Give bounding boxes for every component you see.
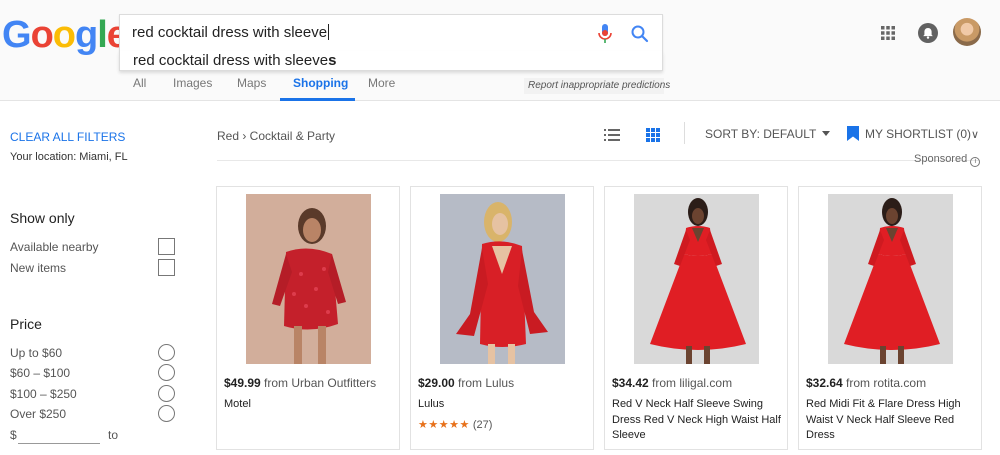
product-card[interactable]: $29.00 from Lulus Lulus ★★★★★ (27) <box>410 186 594 450</box>
sponsored-label: Sponsored i <box>914 153 981 167</box>
merchant-name: from Lulus <box>458 376 515 390</box>
clear-all-filters-link[interactable]: CLEAR ALL FILTERS <box>10 130 125 144</box>
price-up-to-60-radio[interactable] <box>158 344 175 361</box>
price-up-to-60-label[interactable]: Up to $60 <box>10 346 62 360</box>
breadcrumb[interactable]: Red › Cocktail & Party <box>217 129 335 143</box>
product-price: $29.00 from Lulus <box>418 376 514 390</box>
divider <box>217 160 980 161</box>
top-bar: Google red cocktail dress with sleeve re… <box>0 0 1000 101</box>
product-price: $34.42 from liligal.com <box>612 376 732 390</box>
search-input[interactable]: red cocktail dress with sleeve <box>132 24 572 41</box>
product-image[interactable] <box>634 194 759 364</box>
price-100-250-radio[interactable] <box>158 385 175 402</box>
chevron-down-icon[interactable]: ∨ <box>971 128 979 141</box>
price-value: $49.99 <box>224 376 261 390</box>
info-icon[interactable]: i <box>970 157 981 167</box>
show-only-heading: Show only <box>10 210 75 226</box>
price-value: $34.42 <box>612 376 649 390</box>
filters-sidebar: CLEAR ALL FILTERS Your location: Miami, … <box>0 102 200 455</box>
price-100-250-label[interactable]: $100 – $250 <box>10 387 77 401</box>
toolbar-divider <box>684 122 685 144</box>
product-price: $49.99 from Urban Outfitters <box>224 376 376 390</box>
product-image[interactable] <box>246 194 371 364</box>
my-shortlist-button[interactable]: MY SHORTLIST (0) <box>865 127 971 141</box>
price-60-100-label[interactable]: $60 – $100 <box>10 366 70 380</box>
apps-grid-icon[interactable] <box>880 25 896 41</box>
sort-label: SORT BY: DEFAULT <box>705 127 817 141</box>
price-heading: Price <box>10 316 42 332</box>
report-predictions-link[interactable]: Report inappropriate predictions <box>524 78 670 94</box>
suggestion-text[interactable]: red cocktail dress with sleeves <box>133 52 336 69</box>
product-card[interactable]: $32.64 from rotita.com Red Midi Fit & Fl… <box>798 186 982 450</box>
autocomplete-suggestion[interactable]: red cocktail dress with sleeves <box>119 51 663 71</box>
tab-more[interactable]: More <box>368 76 395 90</box>
price-60-100-radio[interactable] <box>158 364 175 381</box>
review-count: (27) <box>472 419 493 431</box>
product-card[interactable]: $49.99 from Urban Outfitters Motel <box>216 186 400 450</box>
user-location: Your location: Miami, FL <box>10 151 128 163</box>
product-title[interactable]: Red V Neck Half Sleeve Swing Dress Red V… <box>612 397 784 444</box>
product-title[interactable]: Lulus <box>418 397 590 413</box>
new-items-checkbox[interactable] <box>158 259 175 276</box>
product-card[interactable]: $34.42 from liligal.com Red V Neck Half … <box>604 186 788 450</box>
tab-shopping[interactable]: Shopping <box>293 76 348 90</box>
sort-by-dropdown[interactable]: SORT BY: DEFAULT <box>705 127 831 141</box>
suggestion-completion: s <box>328 52 337 69</box>
filter-available-nearby-label[interactable]: Available nearby <box>10 240 99 254</box>
merchant-name: from rotita.com <box>846 376 927 390</box>
price-over-250-radio[interactable] <box>158 405 175 422</box>
user-avatar[interactable] <box>953 18 981 46</box>
product-title[interactable]: Motel <box>224 397 396 413</box>
filter-new-items-label[interactable]: New items <box>10 261 66 275</box>
google-logo[interactable]: Google <box>2 14 128 57</box>
price-value: $32.64 <box>806 376 843 390</box>
grid-view-icon[interactable] <box>646 128 660 142</box>
price-min-currency: $ <box>10 428 17 442</box>
caret-down-icon <box>822 131 831 136</box>
price-value: $29.00 <box>418 376 455 390</box>
search-icon[interactable] <box>630 24 650 44</box>
price-over-250-label[interactable]: Over $250 <box>10 407 66 421</box>
suggestion-prefix: red cocktail dress with sleeve <box>133 52 329 69</box>
product-price: $32.64 from rotita.com <box>806 376 926 390</box>
merchant-name: from liligal.com <box>652 376 733 390</box>
product-image[interactable] <box>440 194 565 364</box>
star-rating-icon: ★★★★★ <box>418 419 470 431</box>
merchant-name: from Urban Outfitters <box>264 376 377 390</box>
product-rating[interactable]: ★★★★★ (27) <box>418 418 492 431</box>
search-box[interactable]: red cocktail dress with sleeve <box>119 14 663 52</box>
price-to-label: to <box>108 428 119 442</box>
product-title[interactable]: Red Midi Fit & Flare Dress High Waist V … <box>806 397 978 444</box>
active-tab-indicator <box>280 98 355 101</box>
product-image[interactable] <box>828 194 953 364</box>
available-nearby-checkbox[interactable] <box>158 238 175 255</box>
notifications-icon[interactable] <box>918 23 938 43</box>
tab-all[interactable]: All <box>133 76 146 90</box>
tab-images[interactable]: Images <box>173 76 212 90</box>
sponsored-text: Sponsored <box>914 153 968 165</box>
price-min-input[interactable] <box>18 428 100 444</box>
microphone-icon[interactable] <box>598 24 612 44</box>
bookmark-icon[interactable] <box>847 126 859 141</box>
list-view-icon[interactable] <box>604 129 620 141</box>
tab-maps[interactable]: Maps <box>237 76 266 90</box>
